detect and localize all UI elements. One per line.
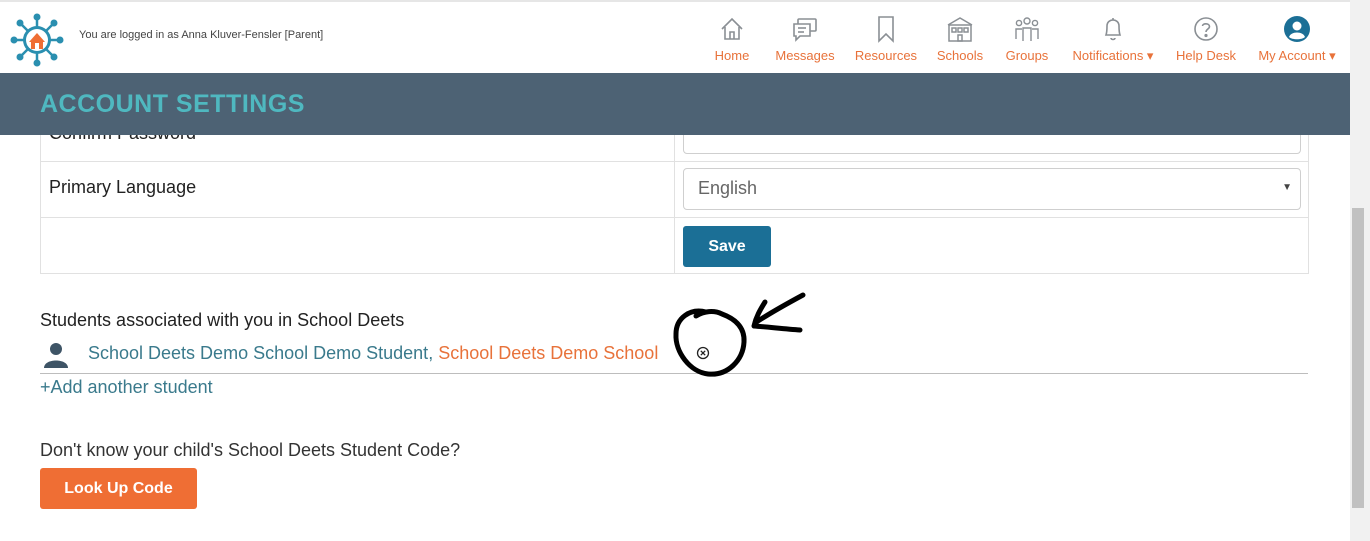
chevron-down-icon: ▼ (1282, 182, 1292, 193)
nav-resources-label: Resources (854, 48, 918, 63)
nav-my-account-label: My Account ▾ (1258, 48, 1336, 63)
save-row: Save (40, 218, 1309, 274)
nav-schools[interactable]: Schools (930, 14, 990, 63)
nav-groups-label: Groups (1005, 48, 1049, 63)
home-icon (721, 17, 743, 40)
save-button[interactable]: Save (683, 226, 771, 267)
page-title-band: ACCOUNT SETTINGS (0, 73, 1350, 135)
primary-language-label: Primary Language (49, 177, 197, 197)
student-entry: School Deets Demo School Demo Student, S… (88, 343, 658, 364)
nav-my-account[interactable]: My Account ▾ (1250, 14, 1344, 64)
row-divider (674, 161, 675, 217)
nav-help-desk[interactable]: Help Desk (1169, 14, 1243, 63)
nav-messages[interactable]: Messages (771, 14, 839, 63)
groups-icon (1015, 17, 1039, 41)
student-name-link[interactable]: School Deets Demo School Demo Student (88, 343, 428, 363)
primary-language-row: Primary Language English ▼ (40, 161, 1309, 218)
nav-resources[interactable]: Resources (851, 14, 921, 63)
top-header: You are logged in as Anna Kluver-Fensler… (0, 2, 1350, 73)
nav-home[interactable]: Home (702, 14, 762, 63)
bell-icon (1104, 18, 1122, 41)
nav-schools-label: Schools (936, 48, 984, 63)
nav-notifications[interactable]: Notifications ▾ (1065, 14, 1161, 64)
student-separator: , (428, 343, 439, 363)
person-icon (44, 343, 68, 368)
page-title: ACCOUNT SETTINGS (40, 90, 305, 118)
students-heading: Students associated with you in School D… (40, 310, 405, 330)
school-icon (947, 17, 973, 42)
bookmark-icon (878, 16, 894, 43)
help-icon (1194, 17, 1218, 41)
add-student-link[interactable]: +Add another student (40, 377, 213, 398)
remove-student-icon[interactable] (696, 346, 710, 360)
nav-groups[interactable]: Groups (997, 14, 1057, 63)
logged-in-text: You are logged in as Anna Kluver-Fensler… (79, 29, 324, 41)
lookup-prompt: Don't know your child's School Deets Stu… (40, 440, 461, 460)
nav-notifications-label: Notifications ▾ (1072, 48, 1154, 63)
row-divider (674, 218, 675, 273)
school-deets-logo[interactable] (9, 12, 65, 68)
nav-messages-label: Messages (775, 48, 835, 63)
messages-icon (793, 18, 817, 42)
student-list-item: School Deets Demo School Demo Student, S… (40, 340, 1308, 374)
look-up-code-button[interactable]: Look Up Code (40, 468, 197, 509)
scrollbar-thumb[interactable] (1352, 208, 1364, 508)
primary-language-select[interactable]: English ▼ (683, 168, 1301, 210)
student-school-link[interactable]: School Deets Demo School (438, 343, 658, 363)
nav-help-desk-label: Help Desk (1176, 48, 1236, 63)
account-icon (1284, 16, 1310, 42)
nav-home-label: Home (714, 48, 750, 63)
primary-language-value: English (698, 178, 758, 198)
